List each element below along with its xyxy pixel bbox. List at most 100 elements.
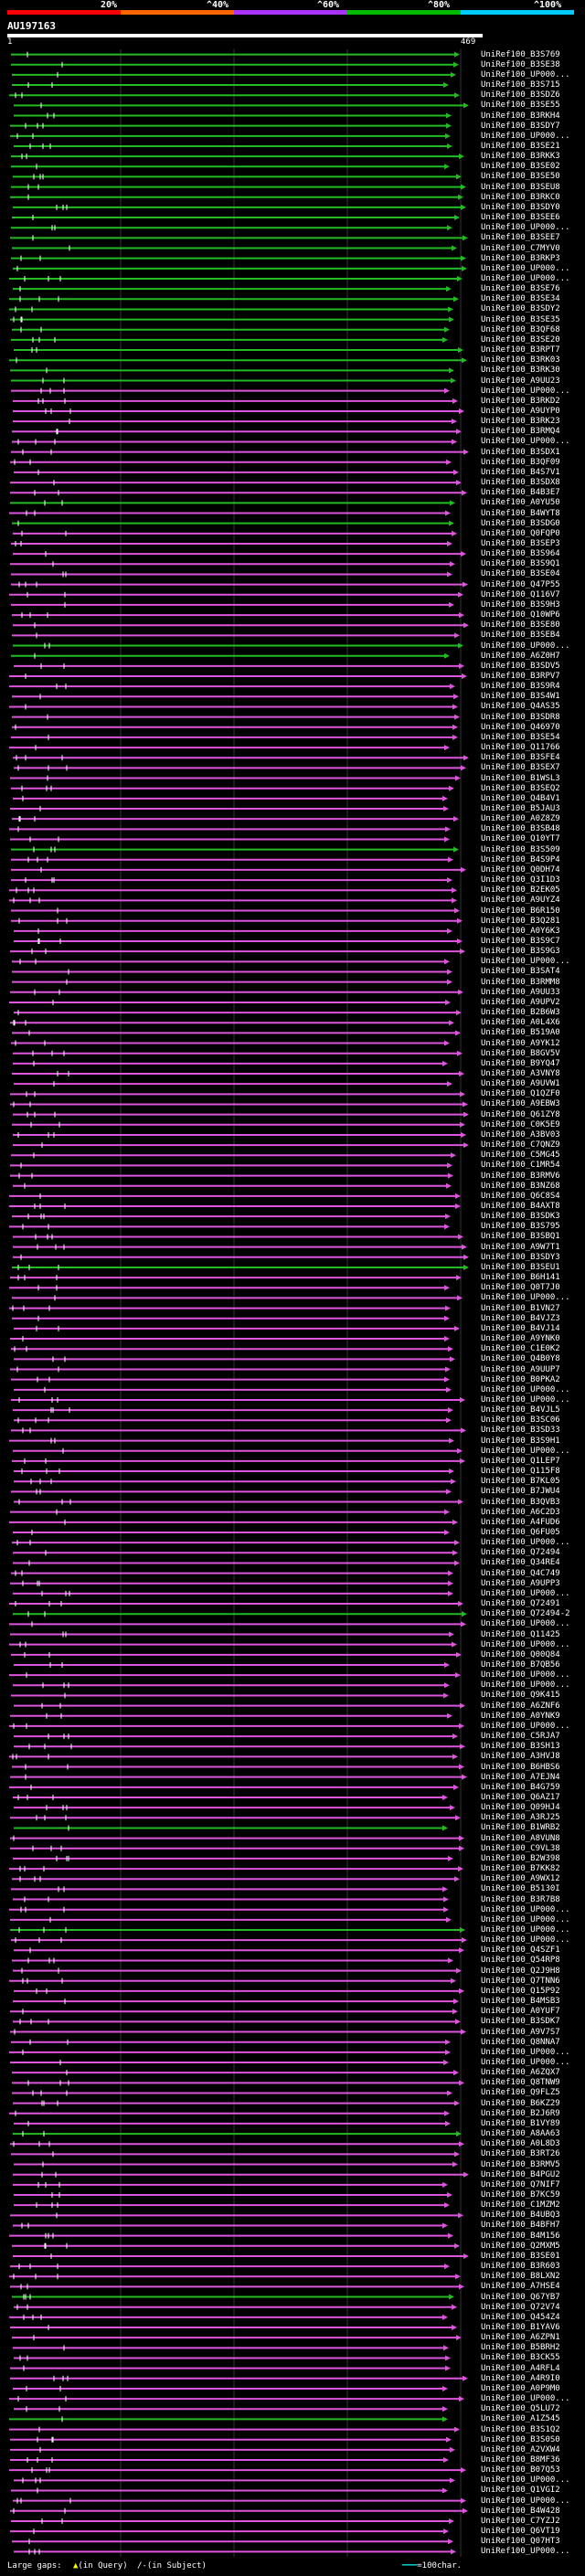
hit-label[interactable]: UniRef100_C5MG45 xyxy=(481,1150,560,1160)
hit-label[interactable]: UniRef100_B3SEE6 xyxy=(481,213,560,222)
hit-label[interactable]: UniRef100_UP000... xyxy=(481,1293,570,1302)
hit-label[interactable]: UniRef100_A3HVJ8 xyxy=(481,1752,560,1761)
hit-label[interactable]: UniRef100_B3SE80 xyxy=(481,620,560,630)
hit-label[interactable]: UniRef100_B3SE20 xyxy=(481,335,560,345)
hit-label[interactable]: UniRef100_Q8TNW9 xyxy=(481,2078,560,2087)
hit-label[interactable]: UniRef100_B4W428 xyxy=(481,2507,560,2516)
hit-label[interactable]: UniRef100_UP000... xyxy=(481,1680,570,1690)
hit-label[interactable]: UniRef100_B3NZ68 xyxy=(481,1182,560,1191)
hit-label[interactable]: UniRef100_B1YAV6 xyxy=(481,2323,560,2332)
hit-label[interactable]: UniRef100_UP000... xyxy=(481,132,570,141)
hit-label[interactable]: UniRef100_B3S9H3 xyxy=(481,600,560,610)
hit-label[interactable]: UniRef100_Q67YB7 xyxy=(481,2293,560,2302)
hit-label[interactable]: UniRef100_A8VUN8 xyxy=(481,1834,560,1843)
hit-label[interactable]: UniRef100_UP000... xyxy=(481,1925,570,1935)
hit-label[interactable]: UniRef100_B3SE34 xyxy=(481,294,560,303)
hit-label[interactable]: UniRef100_Q4SZF1 xyxy=(481,1945,560,1955)
hit-label[interactable]: UniRef100_UP000... xyxy=(481,1589,570,1598)
hit-label[interactable]: UniRef100_B3SEU1 xyxy=(481,1263,560,1272)
hit-label[interactable]: UniRef100_C0K5E9 xyxy=(481,1120,560,1129)
hit-label[interactable]: UniRef100_A9UPV2 xyxy=(481,998,560,1007)
hit-label[interactable]: UniRef100_B3S509 xyxy=(481,845,560,854)
hit-label[interactable]: UniRef100_Q1VGI2 xyxy=(481,2486,560,2495)
hit-label[interactable]: UniRef100_Q2MXM5 xyxy=(481,2242,560,2251)
hit-label[interactable]: UniRef100_B3RMV6 xyxy=(481,1171,560,1181)
hit-label[interactable]: UniRef100_B4BFH7 xyxy=(481,2221,560,2230)
hit-label[interactable]: UniRef100_UP000... xyxy=(481,2496,570,2506)
hit-label[interactable]: UniRef100_A9EBW3 xyxy=(481,1099,560,1108)
hit-label[interactable]: UniRef100_Q11766 xyxy=(481,743,560,752)
hit-label[interactable]: UniRef100_B3SH13 xyxy=(481,1742,560,1751)
hit-label[interactable]: UniRef100_A3BV03 xyxy=(481,1130,560,1140)
hit-label[interactable]: UniRef100_B3RPT7 xyxy=(481,345,560,355)
hit-label[interactable]: UniRef100_UP000... xyxy=(481,1447,570,1456)
hit-label[interactable]: UniRef100_B3S1Q2 xyxy=(481,2425,560,2434)
hit-label[interactable]: UniRef100_UP000... xyxy=(481,1915,570,1924)
hit-label[interactable]: UniRef100_B4WYT8 xyxy=(481,509,560,518)
hit-label[interactable]: UniRef100_A6ZPN1 xyxy=(481,2333,560,2342)
hit-label[interactable]: UniRef100_Q4B0Y8 xyxy=(481,1354,560,1363)
hit-label[interactable]: UniRef100_B2B6W3 xyxy=(481,1008,560,1017)
hit-label[interactable]: UniRef100_Q10YT7 xyxy=(481,834,560,843)
hit-label[interactable]: UniRef100_B4VJL5 xyxy=(481,1405,560,1415)
hit-label[interactable]: UniRef100_B3SDY0 xyxy=(481,203,560,212)
hit-label[interactable]: UniRef100_B3RMV5 xyxy=(481,2160,560,2169)
hit-label[interactable]: UniRef100_A7HSE4 xyxy=(481,2282,560,2291)
hit-label[interactable]: UniRef100_C1MR54 xyxy=(481,1161,560,1170)
hit-label[interactable]: UniRef100_B6H141 xyxy=(481,1273,560,1282)
hit-label[interactable]: UniRef100_Q9K415 xyxy=(481,1691,560,1700)
hit-label[interactable]: UniRef100_B3SE38 xyxy=(481,60,560,69)
hit-label[interactable]: UniRef100_A0YNK9 xyxy=(481,1712,560,1721)
hit-label[interactable]: UniRef100_Q54RP8 xyxy=(481,1956,560,1965)
hit-label[interactable]: UniRef100_B3QF68 xyxy=(481,325,560,334)
hit-label[interactable]: UniRef100_UP000... xyxy=(481,1619,570,1628)
hit-label[interactable]: UniRef100_Q3I1D3 xyxy=(481,875,560,885)
hit-label[interactable]: UniRef100_Q47P55 xyxy=(481,580,560,589)
hit-label[interactable]: UniRef100_B3SBQ1 xyxy=(481,1232,560,1241)
hit-label[interactable]: UniRef100_UP000... xyxy=(481,223,570,232)
hit-label[interactable]: UniRef100_B8LXN2 xyxy=(481,2272,560,2281)
hit-label[interactable]: UniRef100_B3QF09 xyxy=(481,458,560,467)
hit-label[interactable]: UniRef100_B7KL05 xyxy=(481,1477,560,1486)
hit-label[interactable]: UniRef100_B5JAU3 xyxy=(481,804,560,813)
hit-label[interactable]: UniRef100_B4S9P4 xyxy=(481,855,560,864)
hit-label[interactable]: UniRef100_Q8NNA7 xyxy=(481,2038,560,2047)
hit-label[interactable]: UniRef100_B3SDZ6 xyxy=(481,90,560,100)
hit-label[interactable]: UniRef100_Q61ZY8 xyxy=(481,1110,560,1119)
hit-label[interactable]: UniRef100_UP000... xyxy=(481,1385,570,1394)
hit-label[interactable]: UniRef100_B4AXT8 xyxy=(481,1202,560,1211)
hit-label[interactable]: UniRef100_B4S7V1 xyxy=(481,468,560,477)
hit-label[interactable]: UniRef100_Q1LEP7 xyxy=(481,1457,560,1466)
hit-label[interactable]: UniRef100_A4RFL4 xyxy=(481,2364,560,2373)
hit-label[interactable]: UniRef100_B4UBQ3 xyxy=(481,2210,560,2220)
hit-label[interactable]: UniRef100_A9UVW1 xyxy=(481,1079,560,1088)
hit-label[interactable]: UniRef100_Q0DH74 xyxy=(481,865,560,875)
hit-label[interactable]: UniRef100_B9YQ47 xyxy=(481,1059,560,1068)
hit-label[interactable]: UniRef100_B3SE21 xyxy=(481,142,560,151)
hit-label[interactable]: UniRef100_B3SFE4 xyxy=(481,753,560,762)
hit-label[interactable]: UniRef100_B1WSL3 xyxy=(481,774,560,783)
hit-label[interactable]: UniRef100_A6C2D3 xyxy=(481,1508,560,1517)
hit-label[interactable]: UniRef100_B3RK03 xyxy=(481,355,560,365)
hit-label[interactable]: UniRef100_B3SEP3 xyxy=(481,539,560,548)
hit-label[interactable]: UniRef100_A0Y6K3 xyxy=(481,927,560,936)
hit-label[interactable]: UniRef100_A9YNK0 xyxy=(481,1334,560,1343)
hit-label[interactable]: UniRef100_UP000... xyxy=(481,2394,570,2403)
hit-label[interactable]: UniRef100_B1WRB2 xyxy=(481,1823,560,1832)
hit-label[interactable]: UniRef100_A9UYZ4 xyxy=(481,896,560,905)
hit-label[interactable]: UniRef100_Q0FQP0 xyxy=(481,529,560,538)
hit-label[interactable]: UniRef100_UP000... xyxy=(481,1722,570,1731)
hit-label[interactable]: UniRef100_Q0T7J0 xyxy=(481,1283,560,1292)
hit-label[interactable]: UniRef100_C7YZJ2 xyxy=(481,2517,560,2526)
hit-label[interactable]: UniRef100_B3SEX7 xyxy=(481,763,560,772)
hit-label[interactable]: UniRef100_B3SDV5 xyxy=(481,662,560,671)
hit-label[interactable]: UniRef100_A8AA63 xyxy=(481,2129,560,2138)
hit-label[interactable]: UniRef100_Q72494 xyxy=(481,1548,560,1557)
hit-label[interactable]: UniRef100_B3SDK7 xyxy=(481,2017,560,2026)
hit-label[interactable]: UniRef100_B6HBS6 xyxy=(481,1763,560,1772)
hit-label[interactable]: UniRef100_B3SDX1 xyxy=(481,448,560,457)
hit-label[interactable]: UniRef100_UP000... xyxy=(481,1905,570,1914)
hit-label[interactable]: UniRef100_B2W398 xyxy=(481,1854,560,1863)
hit-label[interactable]: UniRef100_Q116V7 xyxy=(481,590,560,599)
hit-label[interactable]: UniRef100_B3SAT4 xyxy=(481,967,560,976)
